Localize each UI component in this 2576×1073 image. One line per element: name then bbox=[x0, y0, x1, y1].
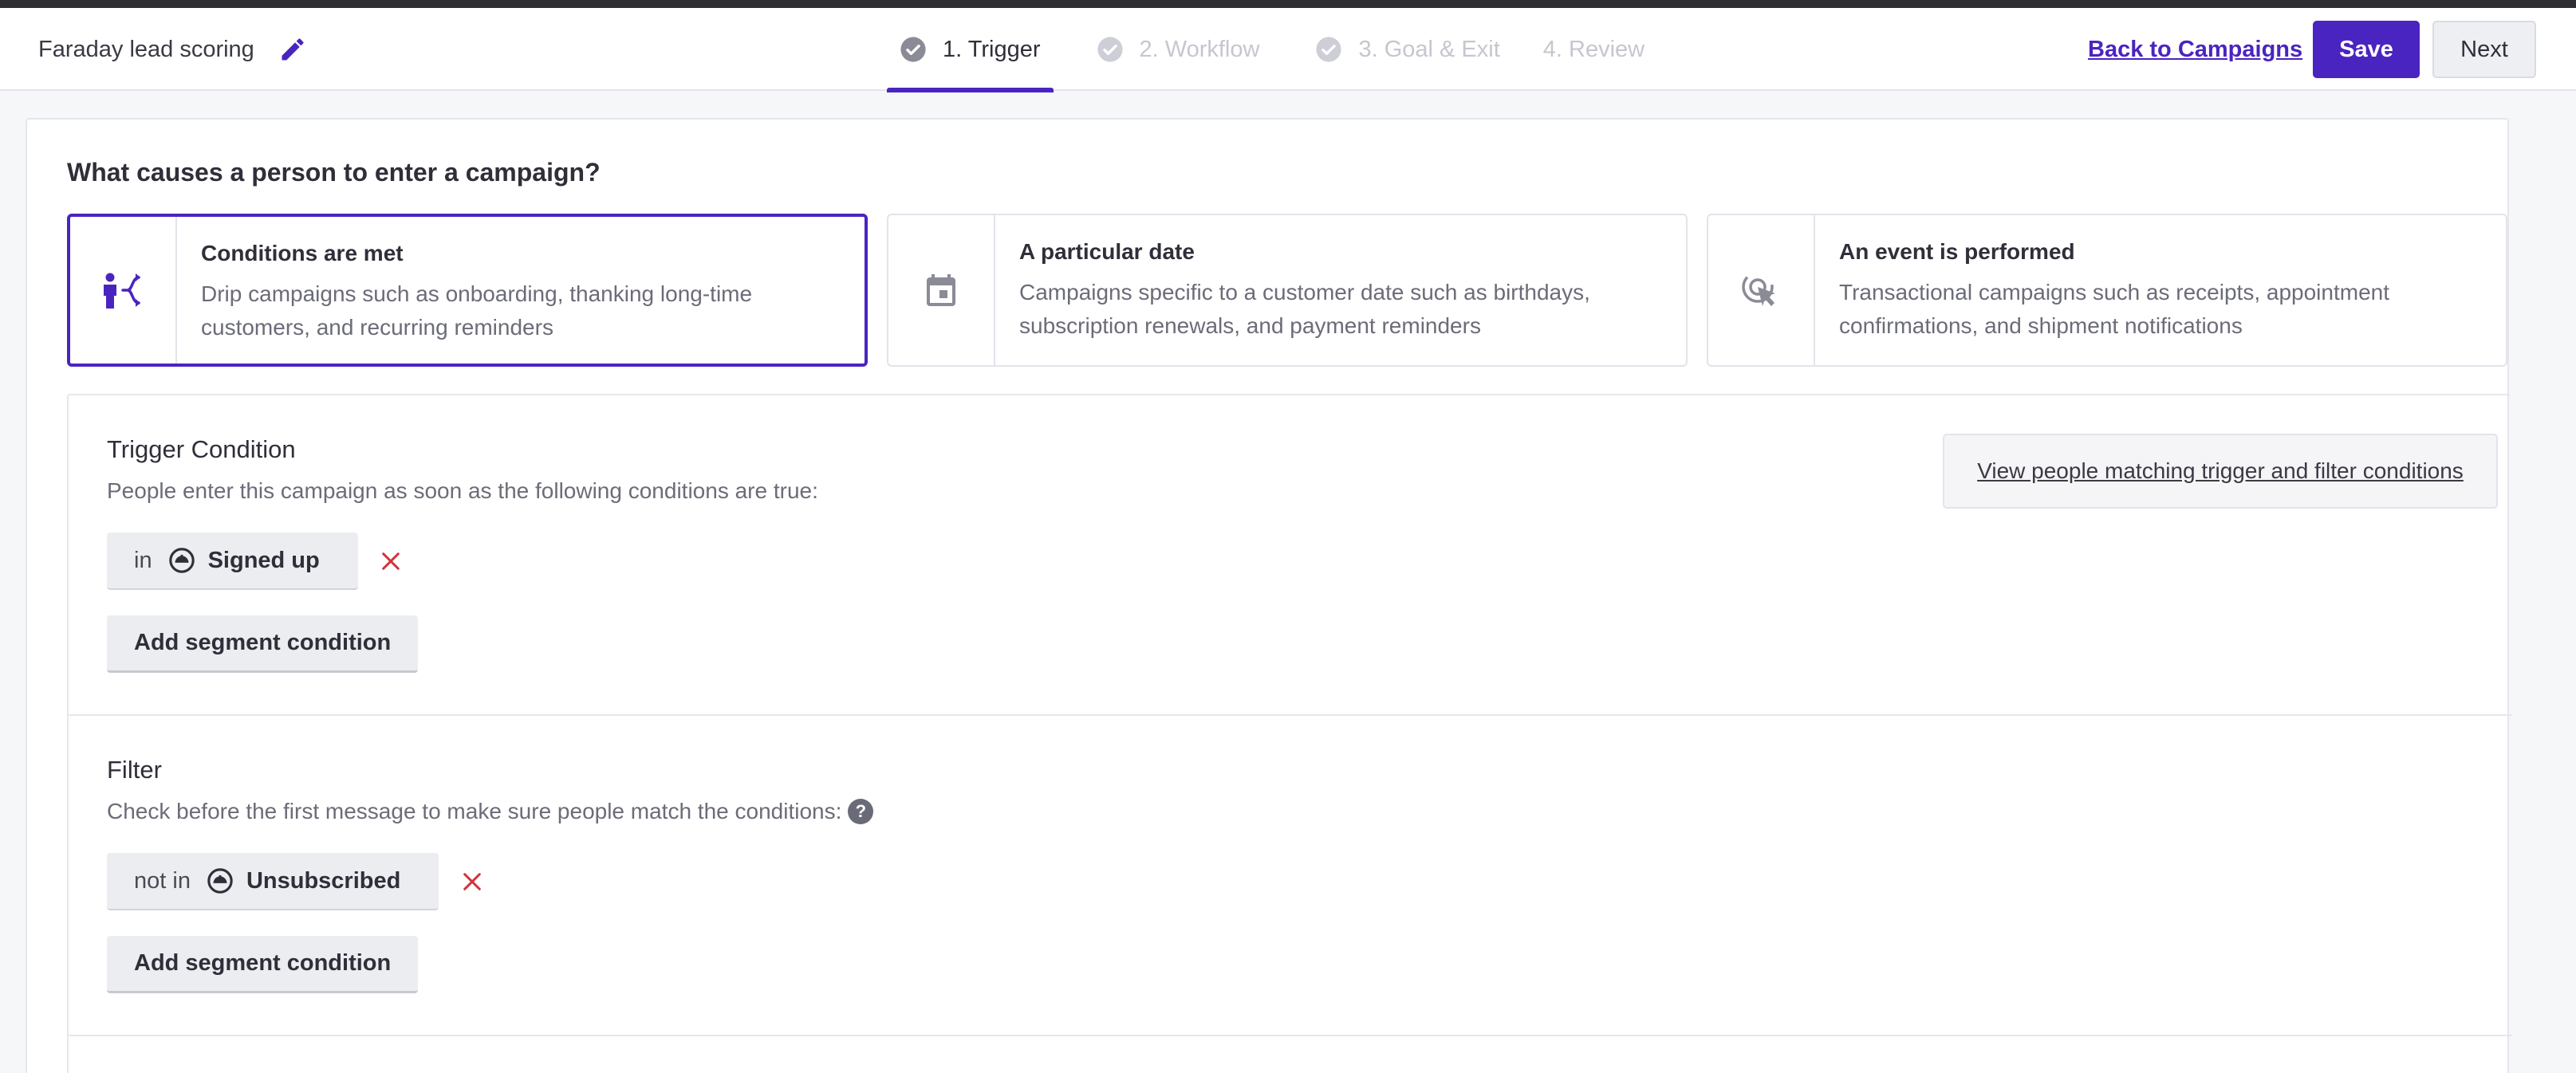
help-icon[interactable]: ? bbox=[848, 799, 874, 824]
option-text: Conditions are met Drip campaigns such a… bbox=[177, 217, 776, 364]
view-matching-people-link[interactable]: View people matching trigger and filter … bbox=[1977, 458, 2464, 484]
campaign-name-label: Faraday lead scoring bbox=[38, 36, 254, 62]
calendar-icon bbox=[927, 274, 955, 306]
check-circle-icon bbox=[1316, 37, 1342, 62]
filter-section: Filter Check before the first message to… bbox=[69, 716, 2512, 1036]
close-icon[interactable] bbox=[459, 869, 485, 894]
option-particular-date[interactable]: A particular date Campaigns specific to … bbox=[887, 214, 1688, 367]
person-branch-icon bbox=[104, 273, 140, 309]
check-circle-icon bbox=[1097, 37, 1123, 62]
option-event-performed[interactable]: An event is performed Transactional camp… bbox=[1707, 214, 2507, 367]
step-tabs: 1. Trigger 2. Workflow 3. Goal & Exit 4.… bbox=[887, 8, 1657, 92]
condition-segment-name: Unsubscribed bbox=[246, 867, 401, 894]
add-segment-condition-button[interactable]: Add segment condition bbox=[107, 936, 419, 993]
trigger-settings-card: What causes a person to enter a campaign… bbox=[26, 118, 2512, 1073]
option-title: An event is performed bbox=[1839, 239, 2075, 264]
save-button[interactable]: Save bbox=[2313, 21, 2420, 78]
option-description-line: customers, and recurring reminders bbox=[201, 315, 553, 340]
segment-condition-chip[interactable]: in Signed up bbox=[107, 533, 358, 590]
option-description-line: confirmations, and shipment notification… bbox=[1839, 313, 2243, 338]
segment-icon bbox=[168, 548, 195, 573]
section-description: Check before the first message to make s… bbox=[107, 799, 874, 824]
top-strip bbox=[0, 0, 2576, 8]
pencil-icon[interactable] bbox=[278, 35, 307, 64]
option-description: Transactional campaigns such as receipts… bbox=[1839, 276, 2389, 343]
option-description-line: Drip campaigns such as onboarding, thank… bbox=[201, 281, 753, 306]
trigger-type-options: Conditions are met Drip campaigns such a… bbox=[67, 214, 2507, 367]
campaign-name: Faraday lead scoring bbox=[38, 35, 307, 64]
segment-icon bbox=[207, 868, 233, 894]
tab-workflow[interactable]: 2. Workflow bbox=[1084, 8, 1273, 91]
cursor-click-icon bbox=[1742, 271, 1775, 306]
option-title: A particular date bbox=[1019, 239, 1195, 264]
tab-trigger-label: 1. Trigger bbox=[943, 36, 1041, 62]
close-icon[interactable] bbox=[378, 548, 404, 574]
section-description-text: Check before the first message to make s… bbox=[107, 799, 842, 823]
option-description-line: Transactional campaigns such as receipts… bbox=[1839, 280, 2389, 305]
option-description: Campaigns specific to a customer date su… bbox=[1019, 276, 1590, 343]
option-icon-cell bbox=[888, 215, 995, 365]
view-matching-people-box: View people matching trigger and filter … bbox=[1943, 434, 2498, 509]
tab-goal-exit-label: 3. Goal & Exit bbox=[1358, 36, 1500, 62]
back-to-campaigns-link[interactable]: Back to Campaigns bbox=[2088, 37, 2302, 63]
section-description: People enter this campaign as soon as th… bbox=[107, 478, 818, 504]
conditions-panel: Trigger Condition People enter this camp… bbox=[67, 394, 2512, 1073]
segment-condition-chip[interactable]: not in Unsubscribed bbox=[107, 853, 439, 910]
section-description-text: People enter this campaign as soon as th… bbox=[107, 478, 818, 503]
option-text: A particular date Campaigns specific to … bbox=[995, 215, 1614, 365]
entry-question: What causes a person to enter a campaign… bbox=[67, 158, 601, 187]
tab-trigger[interactable]: 1. Trigger bbox=[887, 8, 1054, 92]
next-button[interactable]: Next bbox=[2432, 21, 2536, 78]
option-title: Conditions are met bbox=[201, 241, 404, 265]
option-description-line: Campaigns specific to a customer date su… bbox=[1019, 280, 1590, 305]
condition-operator: not in bbox=[134, 867, 191, 894]
section-title: Filter bbox=[107, 756, 162, 784]
option-icon-cell bbox=[1708, 215, 1815, 365]
option-conditions-met[interactable]: Conditions are met Drip campaigns such a… bbox=[67, 214, 868, 367]
trigger-condition-section: Trigger Condition People enter this camp… bbox=[69, 395, 2512, 716]
option-description: Drip campaigns such as onboarding, thank… bbox=[201, 277, 752, 344]
tab-workflow-label: 2. Workflow bbox=[1139, 36, 1260, 62]
section-title: Trigger Condition bbox=[107, 435, 296, 463]
condition-operator: in bbox=[134, 547, 152, 573]
check-circle-icon bbox=[900, 37, 926, 62]
option-icon-cell bbox=[70, 217, 177, 364]
campaign-header: Faraday lead scoring 1. Trigger 2. Workf… bbox=[0, 8, 2576, 92]
option-text: An event is performed Transactional camp… bbox=[1815, 215, 2413, 365]
tab-review[interactable]: 4. Review bbox=[1543, 8, 1657, 91]
tab-goal-exit[interactable]: 3. Goal & Exit bbox=[1302, 8, 1512, 91]
condition-segment-name: Signed up bbox=[207, 547, 320, 573]
add-segment-condition-button[interactable]: Add segment condition bbox=[107, 615, 419, 673]
tab-review-label: 4. Review bbox=[1542, 36, 1645, 62]
option-description-line: subscription renewals, and payment remin… bbox=[1019, 313, 1481, 338]
